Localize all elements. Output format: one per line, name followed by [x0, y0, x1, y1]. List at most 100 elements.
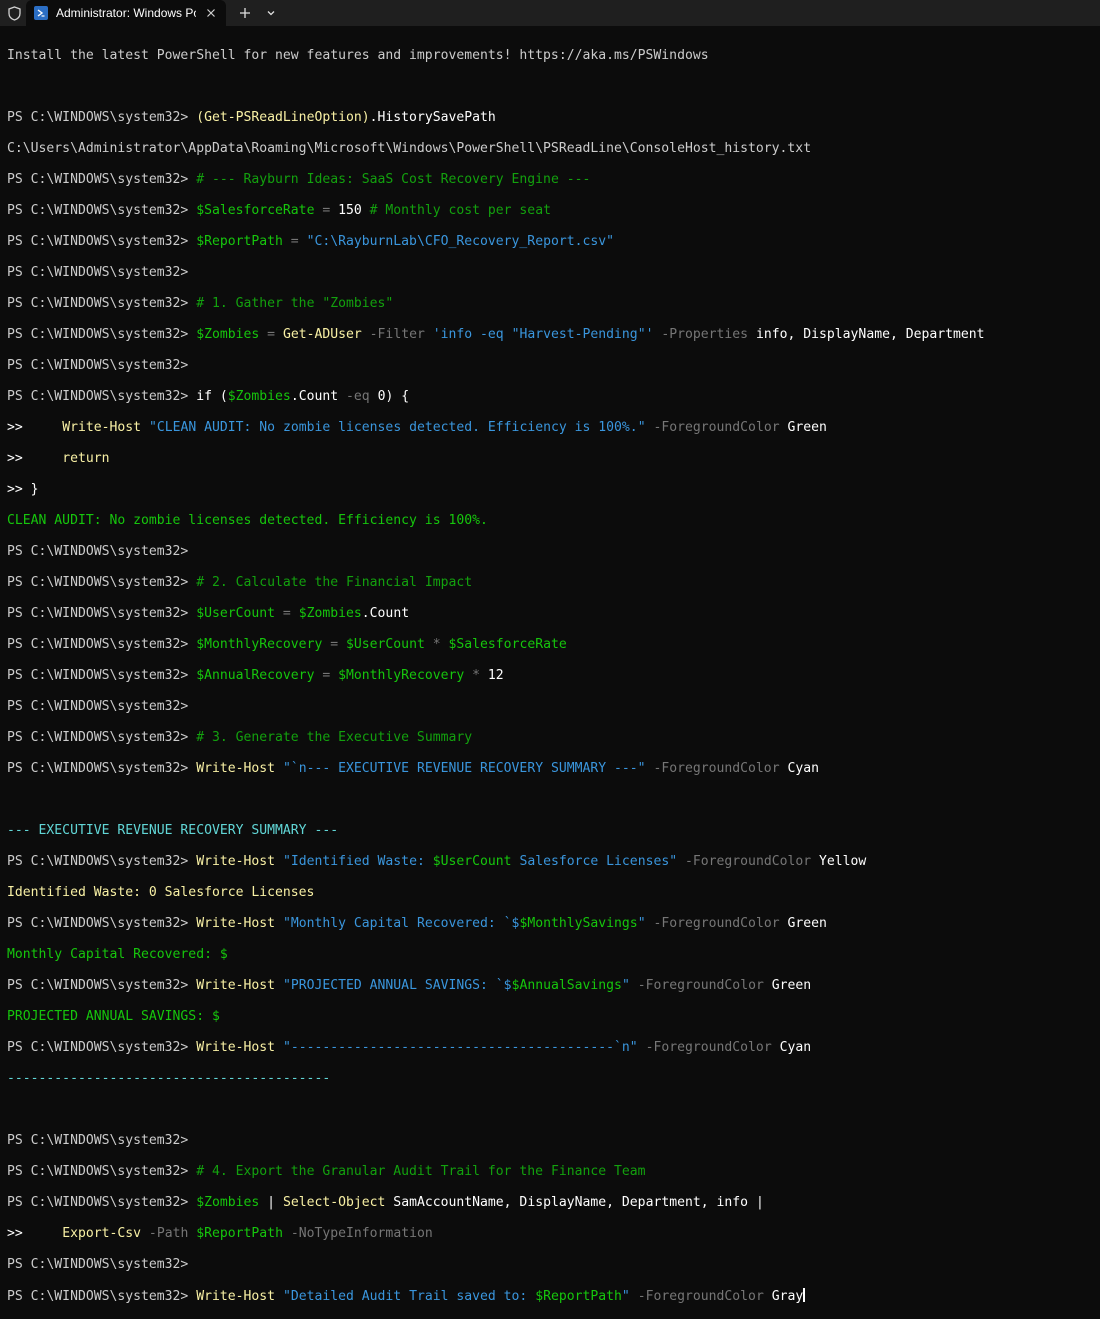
- command-line: PS C:\WINDOWS\system32> Write-Host "----…: [7, 1040, 1100, 1056]
- continuation-line: >> }: [7, 482, 1100, 498]
- argument-text: SamAccountName, DisplayName, Department,…: [385, 1194, 756, 1210]
- continuation-prompt: >>: [7, 450, 31, 466]
- parameter-text: -ForegroundColor: [629, 1288, 772, 1304]
- operator-text: =: [259, 326, 283, 342]
- argument-text: Cyan: [787, 760, 820, 776]
- prompt: PS C:\WINDOWS\system32>: [7, 264, 197, 280]
- monthly-capital-output: Monthly Capital Recovered: $: [7, 946, 228, 962]
- string-text: "Identified Waste:: [282, 853, 433, 869]
- prompt: PS C:\WINDOWS\system32>: [7, 915, 197, 931]
- brace-text: }: [30, 481, 39, 497]
- command-line: PS C:\WINDOWS\system32> $MonthlyRecovery…: [7, 637, 1100, 653]
- continuation-prompt: >>: [7, 481, 31, 497]
- command-line: PS C:\WINDOWS\system32>: [7, 699, 1100, 715]
- member-text: .Count: [361, 605, 410, 621]
- output-line: PROJECTED ANNUAL SAVINGS: $: [7, 1009, 1100, 1025]
- variable-text: $SalesforceRate: [448, 636, 567, 652]
- prompt: PS C:\WINDOWS\system32>: [7, 977, 197, 993]
- member-text: .HistorySavePath: [369, 109, 496, 125]
- chevron-down-icon[interactable]: [262, 4, 280, 22]
- variable-text: $Zombies: [196, 1194, 260, 1210]
- cmdlet-text: Get-ADUser: [282, 326, 362, 342]
- parameter-text: -ForegroundColor: [637, 1039, 780, 1055]
- variable-text: $UserCount: [196, 605, 276, 621]
- annual-savings-output: PROJECTED ANNUAL SAVINGS: $: [7, 1008, 220, 1024]
- output-line: Identified Waste: 0 Salesforce Licenses: [7, 885, 1100, 901]
- keyword-text: return: [62, 450, 110, 466]
- command-line: PS C:\WINDOWS\system32>: [7, 1133, 1100, 1149]
- output-line: ----------------------------------------…: [7, 1071, 1100, 1087]
- command-line-current[interactable]: PS C:\WINDOWS\system32> Write-Host "Deta…: [7, 1287, 1100, 1304]
- variable-text: $MonthlyRecovery: [196, 636, 323, 652]
- variable-text: $MonthlyRecovery: [338, 667, 465, 683]
- prompt: PS C:\WINDOWS\system32>: [7, 357, 197, 373]
- variable-text: $UserCount: [346, 636, 425, 652]
- variable-text: $Zombies: [196, 326, 260, 342]
- parameter-text: -ForegroundColor: [629, 977, 772, 993]
- number-text: 12: [487, 667, 504, 683]
- shield-icon[interactable]: [6, 5, 22, 21]
- new-tab-icon[interactable]: [236, 4, 254, 22]
- tab-title: Administrator: Windows PowerShell: [56, 6, 196, 20]
- comment-text: # 3. Generate the Executive Summary: [196, 729, 473, 745]
- string-text: "`n--- EXECUTIVE REVENUE RECOVERY SUMMAR…: [282, 760, 646, 776]
- pipe-text: |: [259, 1194, 283, 1210]
- operator-text: *: [464, 667, 488, 683]
- cmdlet-text: Write-Host: [196, 1039, 276, 1055]
- operator-text: =: [275, 605, 299, 621]
- variable-text: $Zombies: [298, 605, 362, 621]
- argument-text: Yellow: [819, 853, 867, 869]
- terminal-output[interactable]: Install the latest PowerShell for new fe…: [0, 26, 1100, 1304]
- output-line: Monthly Capital Recovered: $: [7, 947, 1100, 963]
- prompt: PS C:\WINDOWS\system32>: [7, 388, 197, 404]
- string-text: "Monthly Capital Recovered: `$: [282, 915, 520, 931]
- prompt: PS C:\WINDOWS\system32>: [7, 326, 197, 342]
- parameter-text: -Path: [141, 1225, 197, 1241]
- continuation-line: >> Export-Csv -Path $ReportPath -NoTypeI…: [7, 1226, 1100, 1242]
- output-line: CLEAN AUDIT: No zombie licenses detected…: [7, 513, 1100, 529]
- operator-text: -eq: [338, 388, 378, 404]
- prompt: PS C:\WINDOWS\system32>: [7, 853, 197, 869]
- command-line: PS C:\WINDOWS\system32> # 1. Gather the …: [7, 296, 1100, 312]
- prompt: PS C:\WINDOWS\system32>: [7, 698, 197, 714]
- string-text: Salesforce Licenses": [511, 853, 678, 869]
- continuation-prompt: >>: [7, 1225, 31, 1241]
- command-line: PS C:\WINDOWS\system32> # 2. Calculate t…: [7, 575, 1100, 591]
- history-path-output: C:\Users\Administrator\AppData\Roaming\M…: [7, 140, 812, 156]
- variable-text: $Zombies: [227, 388, 291, 404]
- tab-powershell[interactable]: Administrator: Windows PowerShell: [26, 0, 226, 26]
- prompt: PS C:\WINDOWS\system32>: [7, 1039, 197, 1055]
- summary-header-output: --- EXECUTIVE REVENUE RECOVERY SUMMARY -…: [7, 822, 339, 838]
- clean-audit-output: CLEAN AUDIT: No zombie licenses detected…: [7, 512, 488, 528]
- command-text: (Get-PSReadLineOption): [196, 109, 370, 125]
- command-line: PS C:\WINDOWS\system32> if ($Zombies.Cou…: [7, 389, 1100, 405]
- cmdlet-text: Export-Csv: [62, 1225, 142, 1241]
- cmdlet-text: Write-Host: [62, 419, 142, 435]
- argument-text: Cyan: [779, 1039, 812, 1055]
- cmdlet-text: Write-Host: [196, 977, 276, 993]
- number-text: 0) {: [377, 388, 410, 404]
- parameter-text: -ForegroundColor: [677, 853, 820, 869]
- command-line: PS C:\WINDOWS\system32> $SalesforceRate …: [7, 203, 1100, 219]
- banner-line: Install the latest PowerShell for new fe…: [7, 48, 1100, 64]
- prompt: PS C:\WINDOWS\system32>: [7, 760, 197, 776]
- argument-text: Green: [787, 915, 827, 931]
- parameter-text: -ForegroundColor: [645, 915, 788, 931]
- command-line: PS C:\WINDOWS\system32> Write-Host "Iden…: [7, 854, 1100, 870]
- continuation-prompt: >>: [7, 419, 31, 435]
- string-text: "CLEAN AUDIT: No zombie licenses detecte…: [148, 419, 646, 435]
- variable-text: $MonthlySavings: [519, 915, 638, 931]
- command-line: PS C:\WINDOWS\system32> $UserCount = $Zo…: [7, 606, 1100, 622]
- divider-output: ----------------------------------------…: [7, 1070, 331, 1086]
- string-text: 'info -eq "Harvest-Pending"': [432, 326, 654, 342]
- comment-text: # 1. Gather the "Zombies": [196, 295, 394, 311]
- close-tab-icon[interactable]: [204, 6, 218, 20]
- comment-text: # 2. Calculate the Financial Impact: [196, 574, 473, 590]
- operator-text: =: [322, 636, 346, 652]
- command-line: PS C:\WINDOWS\system32> $Zombies = Get-A…: [7, 327, 1100, 343]
- operator-text: *: [424, 636, 449, 652]
- prompt: PS C:\WINDOWS\system32>: [7, 202, 197, 218]
- argument-text: Gray: [771, 1288, 804, 1304]
- prompt: PS C:\WINDOWS\system32>: [7, 1132, 197, 1148]
